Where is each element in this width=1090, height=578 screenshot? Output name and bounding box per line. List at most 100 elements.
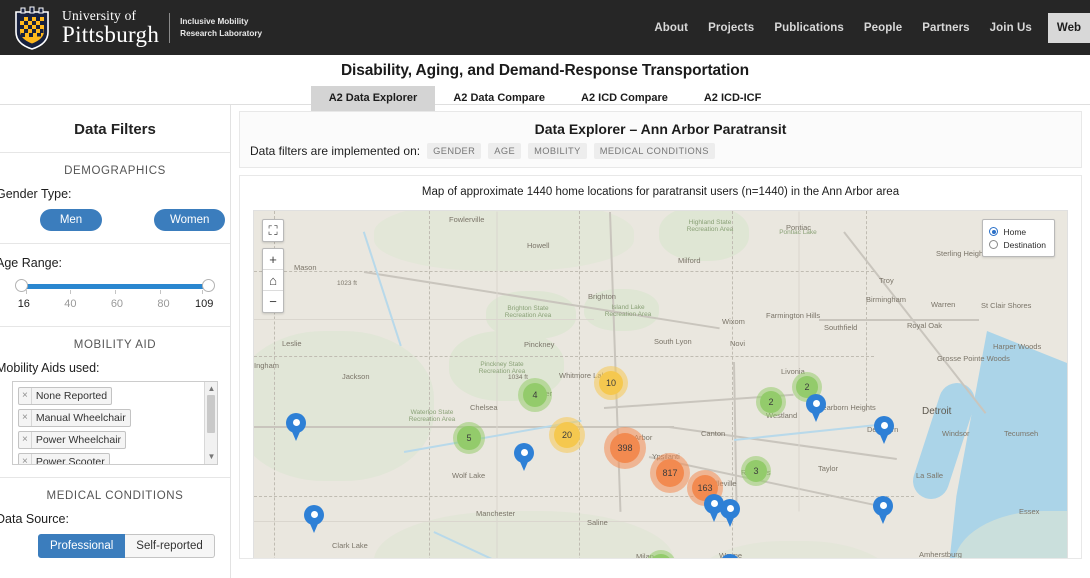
close-icon[interactable]: ×: [19, 432, 32, 448]
nav-item-people[interactable]: People: [854, 22, 912, 34]
map-pin-marker[interactable]: [286, 413, 306, 442]
tab-a2-icd-compare[interactable]: A2 ICD Compare: [563, 86, 686, 111]
map-label: Chelsea: [470, 403, 498, 412]
map-county-line-h1: [254, 356, 874, 357]
tab-a2-data-compare[interactable]: A2 Data Compare: [435, 86, 563, 111]
close-icon[interactable]: ×: [19, 388, 32, 404]
nav-cta-button[interactable]: Web: [1047, 12, 1090, 43]
age-range-slider[interactable]: 16 40 60 80 109: [0, 270, 230, 314]
map-cluster-marker[interactable]: 817: [650, 453, 690, 493]
mobility-aids-scrollbar[interactable]: ▲ ▼: [204, 382, 217, 464]
radio-home-icon[interactable]: [989, 227, 999, 236]
map-cluster-marker[interactable]: 4: [518, 378, 552, 412]
map-cluster-marker[interactable]: 2: [756, 387, 786, 417]
scroll-up-icon[interactable]: ▲: [205, 384, 217, 394]
legend-option-home[interactable]: Home: [989, 225, 1046, 238]
page-title: Disability, Aging, and Demand-Response T…: [340, 62, 750, 79]
zoom-in-icon[interactable]: +: [263, 249, 283, 270]
map-label: Warren: [931, 300, 956, 309]
map-pin-marker[interactable]: [720, 554, 740, 558]
map-label: Windsor: [942, 429, 970, 438]
map-label: Jackson: [342, 372, 370, 381]
map-pin-marker[interactable]: [304, 505, 324, 534]
map-park-label: Waterloo State Recreation Area: [408, 409, 456, 423]
pin-head-icon: [720, 554, 740, 558]
map-green-area-highland: [659, 211, 749, 261]
map-cluster-marker[interactable]: 10: [594, 366, 628, 400]
map-label: Tecumseh: [1004, 429, 1039, 438]
map-pin-marker[interactable]: [720, 499, 740, 528]
map-label: Canton: [701, 429, 726, 438]
fullscreen-control[interactable]: ⛶: [262, 219, 284, 242]
nav-item-projects[interactable]: Projects: [698, 22, 764, 34]
map-green-area-west: [254, 331, 434, 481]
explorer-title: Data Explorer – Ann Arbor Paratransit: [534, 121, 787, 137]
mobility-aids-label: Mobility Aids used:: [0, 361, 100, 375]
data-source-professional[interactable]: Professional: [38, 534, 126, 558]
tab-a2-data-explorer[interactable]: A2 Data Explorer: [310, 86, 436, 111]
cluster-count: 817: [655, 458, 685, 488]
age-tick-16: 16: [17, 298, 30, 310]
map-park-label: Pinckney State Recreation Area: [478, 361, 526, 375]
lab-line-2: Research Laboratory: [180, 28, 263, 38]
mobility-tag-manual-wheelchair[interactable]: × Manual Wheelchair: [18, 409, 131, 427]
legend-option-destination[interactable]: Destination: [989, 238, 1046, 251]
map-label: Troy: [879, 276, 894, 285]
brand-divider: [169, 12, 171, 43]
close-icon[interactable]: ×: [19, 410, 32, 426]
nav-item-publications[interactable]: Publications: [764, 22, 854, 34]
pin-dot-icon: [520, 449, 528, 456]
map-cluster-marker[interactable]: 5: [453, 422, 485, 454]
map-legend: Home Destination: [982, 219, 1055, 257]
map-park-label: Island Lake Recreation Area: [604, 304, 652, 318]
close-icon[interactable]: ×: [19, 454, 32, 464]
map-road-secondary-4: [798, 211, 800, 512]
scroll-down-icon[interactable]: ▼: [205, 452, 217, 462]
fullscreen-icon[interactable]: ⛶: [263, 220, 283, 241]
mobility-aids-multiselect[interactable]: × None Reported × Manual Wheelchair × Power…: [12, 381, 218, 465]
map-county-line-h3: [254, 271, 874, 272]
mobility-tag-power-wheelchair[interactable]: × Power Wheelchair: [18, 431, 127, 449]
map-pin-marker[interactable]: [874, 416, 894, 445]
brand-logo[interactable]: University of Pittsburgh Inclusive Mobil…: [0, 6, 262, 50]
cluster-count: 7: [650, 554, 672, 558]
home-icon[interactable]: ⌂: [263, 270, 283, 291]
gender-option-men[interactable]: Men: [40, 209, 102, 231]
map-pin-marker[interactable]: [806, 394, 826, 423]
age-slider-ticks: [22, 289, 208, 296]
radio-destination-icon[interactable]: [989, 240, 999, 249]
zoom-out-icon[interactable]: −: [263, 291, 283, 312]
map-pin-marker[interactable]: [873, 496, 893, 525]
nav-item-partners[interactable]: Partners: [912, 22, 979, 34]
map-label: Royal Oak: [907, 321, 943, 330]
tab-a2-icd-icf[interactable]: A2 ICD-ICF: [686, 86, 779, 111]
map-road-i696: [819, 319, 979, 321]
map-county-line-3: [579, 211, 580, 558]
section-demographics-label: DEMOGRAPHICS: [64, 165, 166, 177]
scrollbar-thumb[interactable]: [207, 395, 215, 433]
data-source-self-reported[interactable]: Self-reported: [125, 534, 215, 558]
map-county-line-h2: [254, 496, 914, 497]
map-controls: ⛶ + ⌂ −: [262, 219, 284, 313]
paratransit-map[interactable]: ⛶ + ⌂ − Home Destination Fowlerville How…: [253, 210, 1068, 558]
mobility-tag-power-scooter[interactable]: × Power Scooter: [18, 453, 110, 464]
map-county-line-2: [429, 211, 430, 558]
map-label: Mason: [294, 263, 317, 272]
legend-label-destination: Destination: [1003, 239, 1046, 250]
gender-options: Men Women: [0, 201, 230, 231]
age-tick-60: 60: [110, 298, 124, 310]
nav-item-about[interactable]: About: [644, 22, 698, 34]
pin-dot-icon: [879, 502, 887, 509]
mobility-tag-none-reported[interactable]: × None Reported: [18, 387, 113, 405]
filter-note-label: Data filters are implemented on:: [250, 144, 421, 158]
mobility-aid-tag-list: × None Reported × Manual Wheelchair × Power…: [18, 387, 203, 464]
map-pin-marker[interactable]: [514, 443, 534, 472]
map-cluster-marker[interactable]: 398: [604, 427, 646, 469]
map-road-secondary-3: [496, 211, 498, 558]
map-cluster-marker[interactable]: 3: [741, 456, 771, 486]
brand-wordmark: University of Pittsburgh: [62, 9, 159, 47]
map-cluster-marker[interactable]: 20: [549, 417, 585, 453]
gender-option-women[interactable]: Women: [154, 209, 226, 231]
pin-dot-icon: [812, 400, 820, 407]
nav-item-join-us[interactable]: Join Us: [980, 22, 1042, 34]
